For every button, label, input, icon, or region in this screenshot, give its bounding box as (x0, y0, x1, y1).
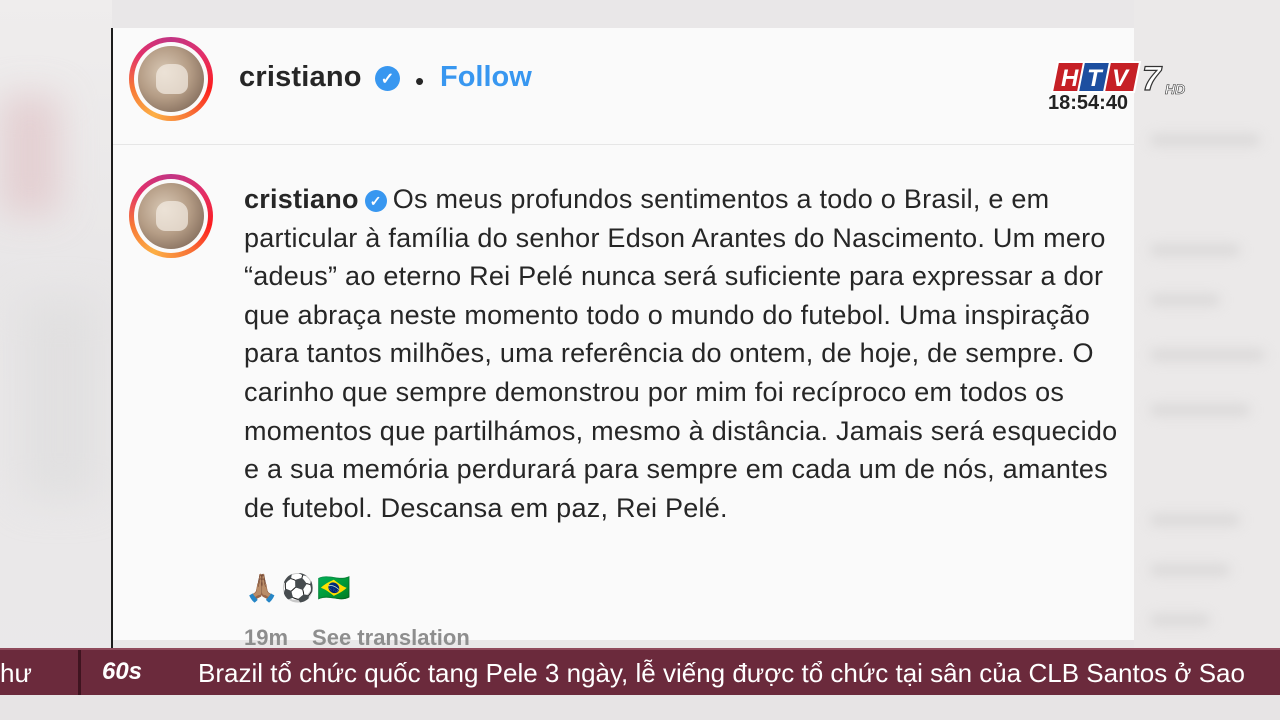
caption-emojis: 🙏🏽⚽🇧🇷 (244, 570, 352, 606)
background-blur-shape (0, 95, 60, 215)
bottom-strip (0, 695, 1280, 720)
svg-text:HD: HD (1165, 81, 1185, 97)
background-blur-shape (1150, 515, 1240, 525)
news-ticker: hư 60s Brazil tổ chức quốc tang Pele 3 n… (0, 648, 1280, 697)
post-header: cristiano ✓ • Follow (113, 28, 1134, 144)
see-translation-link[interactable]: See translation (312, 625, 470, 650)
header-divider (113, 144, 1134, 145)
praying-hands-emoji: 🙏🏽 (245, 573, 279, 603)
verified-badge-icon: ✓ (375, 66, 400, 91)
post-caption: cristiano ✓ Os meus profundos sentimentos … (244, 180, 1124, 527)
avatar-photo (138, 46, 204, 112)
profile-avatar[interactable] (129, 37, 213, 121)
instagram-post-card: cristiano ✓ • Follow cristiano ✓ Os meus p… (113, 28, 1134, 650)
verified-badge-icon: ✓ (364, 190, 387, 212)
broadcast-clock: 18:54:40 (1048, 92, 1129, 114)
ticker-prefix-text: hư (0, 658, 32, 688)
follow-button[interactable]: Follow (440, 61, 532, 94)
background-blur-shape (1150, 405, 1250, 415)
avatar-photo (138, 183, 204, 249)
svg-text:H: H (1061, 65, 1079, 92)
background-blur-shape (1150, 295, 1220, 305)
ticker-divider (78, 650, 81, 695)
caption-text: Os meus profundos sentimentos a todo o B… (244, 184, 1118, 523)
soccer-ball-emoji: ⚽ (281, 573, 315, 603)
post-time: 19m (244, 625, 289, 650)
background-blur-shape (1150, 615, 1210, 625)
ticker-headline: Brazil tổ chức quốc tang Pele 3 ngày, lễ… (198, 658, 1245, 688)
separator-dot: • (415, 66, 425, 96)
ticker-60s-logo-icon: 60s (101, 658, 143, 685)
post-username[interactable]: cristiano (239, 61, 362, 94)
background-blur-shape (1150, 565, 1230, 575)
blurred-background-right (1134, 0, 1280, 720)
background-blur-shape (1150, 245, 1240, 255)
svg-text:T: T (1087, 65, 1104, 92)
background-blur-shape (1150, 135, 1260, 145)
background-blur-shape (1150, 350, 1265, 360)
background-blur-shape (20, 300, 100, 500)
svg-text:V: V (1112, 65, 1130, 92)
caption-avatar[interactable] (129, 174, 213, 258)
caption-username[interactable]: cristiano (244, 184, 359, 214)
brazil-flag-emoji: 🇧🇷 (317, 573, 351, 603)
svg-text:7: 7 (1142, 60, 1163, 98)
